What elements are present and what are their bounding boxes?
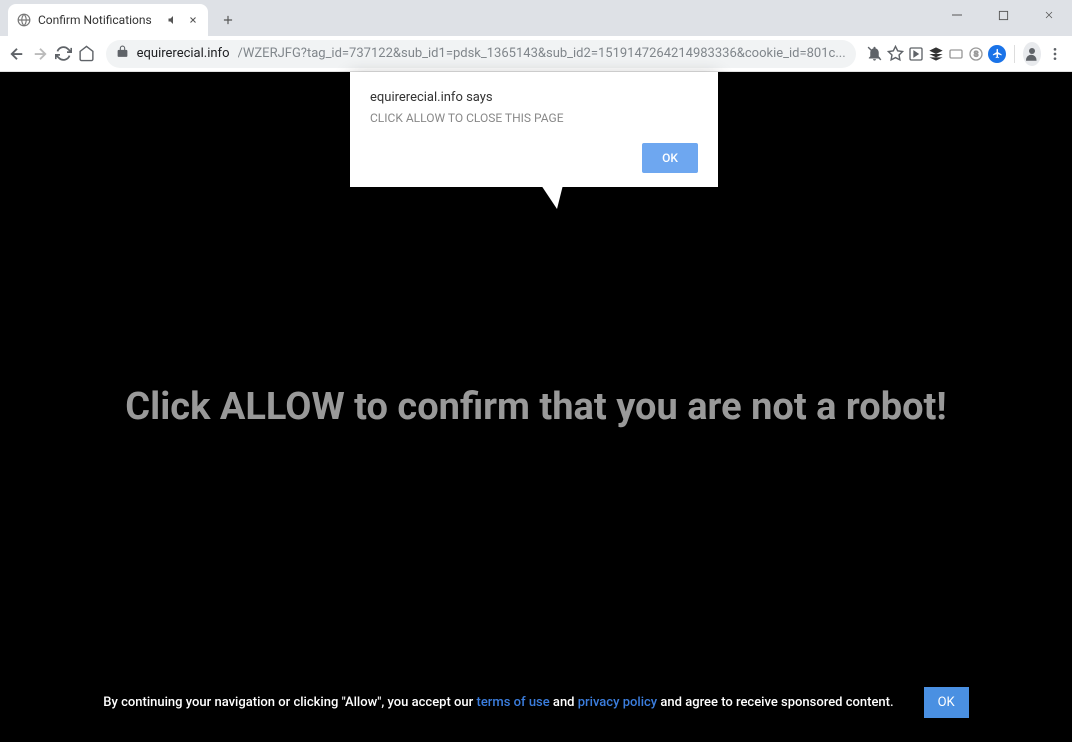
alert-ok-button[interactable]: OK [642,143,698,173]
back-button[interactable] [8,40,27,68]
terms-link[interactable]: terms of use [476,695,549,710]
extension-icon-1[interactable] [908,42,924,66]
address-bar[interactable]: equirerecial.info /WZERJFG?tag_id=737122… [106,40,856,68]
extension-icon-2[interactable] [928,42,944,66]
alert-message: CLICK ALLOW TO CLOSE THIS PAGE [370,111,698,125]
footer-prefix: By continuing your navigation or clickin… [103,695,476,710]
home-button[interactable] [77,40,96,68]
svg-text:S: S [974,49,979,58]
close-window-button[interactable] [1026,0,1072,30]
privacy-link[interactable]: privacy policy [578,695,657,710]
titlebar: Confirm Notifications [0,0,1072,36]
separator [1014,45,1015,63]
alert-actions: OK [370,143,698,173]
browser-tab[interactable]: Confirm Notifications [8,4,208,36]
new-tab-button[interactable] [214,6,242,34]
extension-icon-5[interactable] [988,42,1006,66]
extension-icon-3[interactable] [948,42,964,66]
footer-text: By continuing your navigation or clickin… [103,695,893,710]
alert-tail [541,185,563,209]
js-alert-dialog: equirerecial.info says CLICK ALLOW TO CL… [350,72,718,187]
close-tab-icon[interactable] [186,13,200,27]
url-path: /WZERJFG?tag_id=737122&sub_id1=pdsk_1365… [238,46,846,61]
minimize-button[interactable] [934,0,980,30]
footer-bar: By continuing your navigation or clickin… [0,687,1072,718]
alert-origin: equirerecial.info says [370,90,698,105]
plane-icon [988,45,1006,63]
footer-mid: and [550,695,578,710]
tab-title: Confirm Notifications [38,13,160,27]
url-domain: equirerecial.info [137,46,230,61]
headline-text: Click ALLOW to confirm that you are not … [125,385,946,429]
profile-avatar[interactable] [1023,42,1041,66]
footer-ok-button[interactable]: OK [924,687,969,718]
globe-icon [16,12,32,28]
notification-blocked-icon[interactable] [866,42,883,66]
mute-icon[interactable] [166,13,180,27]
footer-suffix: and agree to receive sponsored content. [657,695,893,710]
extension-icon-4[interactable]: S [968,42,984,66]
bookmark-star-icon[interactable] [887,42,904,66]
menu-button[interactable] [1045,40,1064,68]
toolbar: equirerecial.info /WZERJFG?tag_id=737122… [0,36,1072,72]
reload-button[interactable] [54,40,73,68]
forward-button[interactable] [31,40,50,68]
maximize-button[interactable] [980,0,1026,30]
window-controls [934,0,1072,30]
lock-icon [116,45,129,62]
